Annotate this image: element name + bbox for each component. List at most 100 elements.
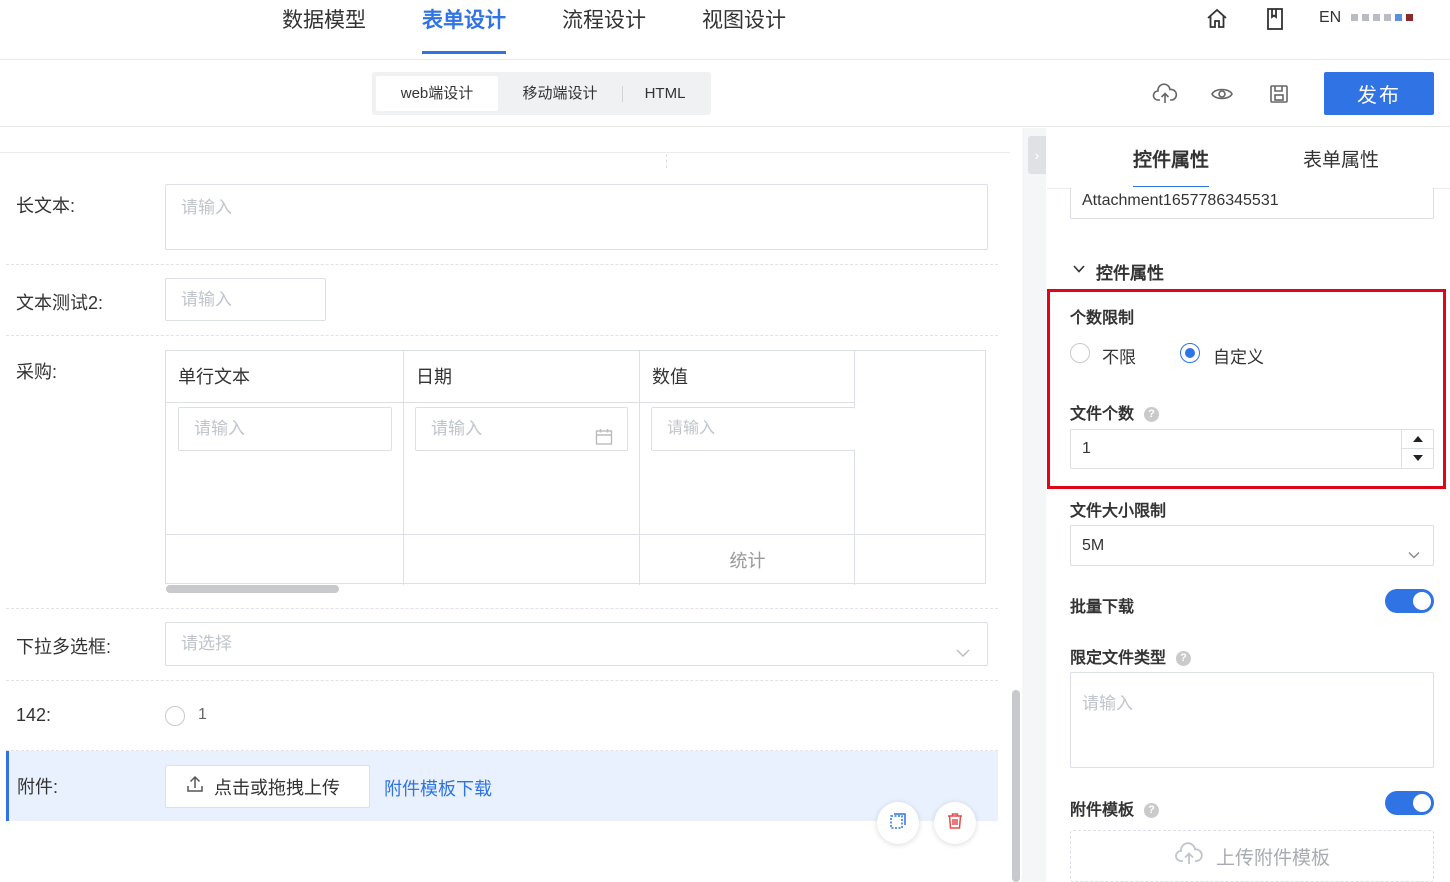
file-size-value: 5M bbox=[1082, 537, 1105, 554]
tab-form-design[interactable]: 表单设计 bbox=[422, 6, 506, 54]
horizontal-scrollbar[interactable] bbox=[166, 585, 339, 593]
batch-download-label: 批量下载 bbox=[1070, 599, 1135, 616]
form-canvas: 长文本: 请输入 文本测试2: 请输入 采购: 单行文本 日期 数值 请输入 请… bbox=[0, 128, 1022, 882]
segment-divider bbox=[622, 86, 623, 102]
long-text-textarea[interactable]: 请输入 bbox=[165, 184, 988, 250]
radio-unlimited[interactable] bbox=[1070, 343, 1090, 363]
multi-select-dropdown[interactable]: 请选择 bbox=[165, 622, 988, 666]
help-icon[interactable]: ? bbox=[1144, 407, 1160, 423]
file-count-stepper[interactable]: 1 bbox=[1070, 429, 1434, 469]
user-avatar[interactable] bbox=[1351, 8, 1431, 26]
tab-data-model[interactable]: 数据模型 bbox=[282, 6, 366, 54]
column-header: 数值 bbox=[640, 351, 855, 403]
radio-option[interactable] bbox=[165, 706, 185, 726]
publish-button[interactable]: 发布 bbox=[1324, 72, 1434, 115]
date-input[interactable]: 请输入 bbox=[415, 407, 628, 451]
radio-custom[interactable] bbox=[1180, 343, 1200, 363]
file-size-label: 文件大小限制 bbox=[1070, 503, 1167, 520]
file-types-label: 限定文件类型? bbox=[1070, 644, 1192, 668]
text-test2-input[interactable]: 请输入 bbox=[165, 278, 326, 321]
form-row-multi-select[interactable]: 下拉多选框: 请选择 bbox=[6, 609, 998, 681]
field-label: 文本测试2: bbox=[16, 293, 104, 313]
chevron-down-icon bbox=[955, 635, 971, 677]
attachment-template-label: 附件模板? bbox=[1070, 796, 1160, 820]
copy-button[interactable] bbox=[877, 802, 919, 844]
purchase-subtable: 单行文本 日期 数值 请输入 请输入 请输入 统计 bbox=[165, 350, 986, 593]
upload-icon bbox=[186, 775, 204, 798]
select-placeholder: 请选择 bbox=[181, 634, 232, 653]
chevron-down-icon bbox=[1407, 538, 1421, 577]
file-types-label-text: 限定文件类型 bbox=[1070, 650, 1167, 667]
top-nav: 数据模型 表单设计 流程设计 视图设计 EN bbox=[0, 0, 1450, 60]
attachment-template-toggle[interactable] bbox=[1385, 791, 1434, 815]
radio-unlimited-label: 不限 bbox=[1102, 348, 1136, 367]
segment-web-design[interactable]: web端设计 bbox=[376, 76, 498, 111]
form-row-142[interactable]: 142: 1 bbox=[6, 681, 998, 751]
batch-download-toggle[interactable] bbox=[1385, 589, 1434, 613]
tab-form-properties[interactable]: 表单属性 bbox=[1303, 146, 1379, 189]
language-switch[interactable]: EN bbox=[1319, 9, 1341, 27]
column-header: 单行文本 bbox=[166, 351, 404, 403]
upload-template-label: 上传附件模板 bbox=[1215, 847, 1330, 869]
upload-template-button[interactable]: 上传附件模板 bbox=[1070, 830, 1434, 882]
attachment-template-label-text: 附件模板 bbox=[1070, 802, 1135, 819]
help-icon[interactable]: ? bbox=[1176, 651, 1192, 667]
file-count-label-text: 文件个数 bbox=[1070, 406, 1135, 423]
column-header: 日期 bbox=[404, 351, 640, 403]
field-label: 下拉多选框: bbox=[16, 637, 112, 657]
cloud-upload-icon[interactable] bbox=[1152, 81, 1178, 107]
tab-control-properties[interactable]: 控件属性 bbox=[1133, 146, 1210, 189]
delete-button[interactable] bbox=[934, 802, 976, 844]
canvas-gutter bbox=[1022, 128, 1046, 882]
design-toolbar: web端设计 移动端设计 HTML 发布 bbox=[0, 61, 1450, 127]
divider bbox=[855, 534, 986, 535]
file-size-select[interactable]: 5M bbox=[1070, 525, 1434, 566]
property-panel: 控件属性 表单属性 Attachment1657786345531 控件属性 个… bbox=[1047, 128, 1450, 882]
device-switch: web端设计 移动端设计 HTML bbox=[372, 72, 711, 115]
radio-custom-label: 自定义 bbox=[1213, 348, 1264, 367]
stepper-controls bbox=[1401, 430, 1433, 468]
template-download-link[interactable]: 附件模板下载 bbox=[384, 775, 492, 801]
form-row-text-test2[interactable]: 文本测试2: 请输入 bbox=[6, 265, 998, 336]
tab-view-design[interactable]: 视图设计 bbox=[702, 6, 786, 54]
cloud-upload-icon bbox=[1174, 841, 1204, 871]
form-row-attachment[interactable]: 附件: 点击或拖拽上传 附件模板下载 bbox=[6, 751, 998, 821]
chevron-down-icon bbox=[1072, 262, 1086, 281]
home-icon[interactable] bbox=[1204, 6, 1230, 32]
segment-html[interactable]: HTML bbox=[626, 76, 704, 111]
help-icon[interactable]: ? bbox=[1144, 803, 1160, 819]
single-text-input[interactable]: 请输入 bbox=[178, 407, 392, 451]
trash-icon bbox=[946, 812, 964, 835]
divider bbox=[166, 534, 855, 535]
eye-icon[interactable] bbox=[1209, 81, 1235, 107]
segment-mobile-design[interactable]: 移动端设计 bbox=[502, 76, 618, 111]
divider bbox=[0, 152, 1010, 153]
caret-down-icon bbox=[1412, 455, 1423, 461]
upload-label: 点击或拖拽上传 bbox=[214, 777, 340, 798]
section-title: 控件属性 bbox=[1096, 264, 1164, 283]
upload-button[interactable]: 点击或拖拽上传 bbox=[165, 765, 370, 808]
chevron-right-icon: › bbox=[1034, 147, 1040, 163]
field-label: 长文本: bbox=[16, 196, 76, 216]
file-count-label: 文件个数? bbox=[1070, 400, 1160, 424]
file-types-textarea[interactable]: 请输入 bbox=[1070, 672, 1434, 768]
form-row-long-text[interactable]: 长文本: 请输入 bbox=[6, 170, 998, 265]
tab-flow-design[interactable]: 流程设计 bbox=[562, 6, 646, 54]
collapse-panel-button[interactable]: › bbox=[1028, 136, 1046, 174]
book-icon[interactable] bbox=[1262, 6, 1288, 32]
save-icon[interactable] bbox=[1266, 81, 1292, 107]
decrease-button[interactable] bbox=[1402, 449, 1433, 467]
divider bbox=[666, 154, 667, 168]
increase-button[interactable] bbox=[1402, 430, 1433, 449]
field-id-input[interactable]: Attachment1657786345531 bbox=[1070, 187, 1434, 219]
calendar-icon bbox=[595, 420, 613, 462]
field-label: 142: bbox=[16, 705, 52, 725]
section-header[interactable]: 控件属性 bbox=[1072, 259, 1164, 284]
file-count-value: 1 bbox=[1082, 440, 1091, 457]
summary-label: 统计 bbox=[729, 551, 766, 571]
radio-option-label: 1 bbox=[198, 706, 207, 723]
field-label: 采购: bbox=[16, 362, 58, 382]
number-input[interactable]: 请输入 bbox=[651, 407, 855, 451]
field-label: 附件: bbox=[17, 777, 59, 797]
vertical-scrollbar[interactable] bbox=[1012, 690, 1020, 882]
